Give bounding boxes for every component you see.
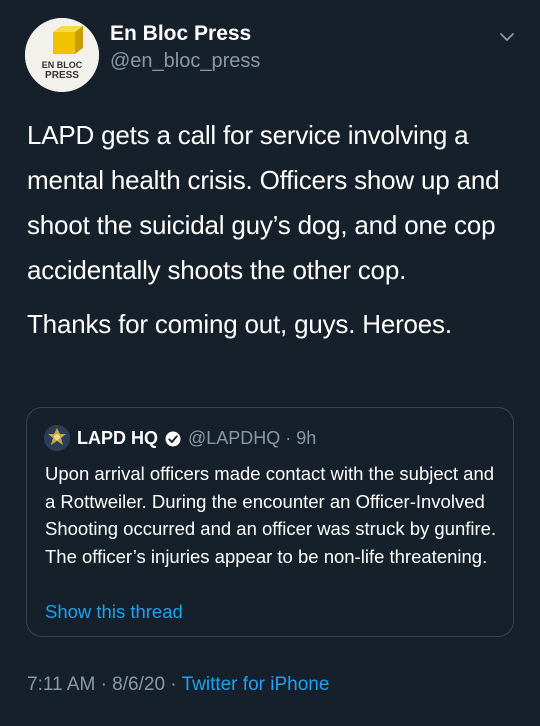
- tweet-source-link[interactable]: Twitter for iPhone: [182, 674, 330, 695]
- author-name[interactable]: En Bloc Press: [110, 22, 251, 46]
- svg-text:EN BLOC: EN BLOC: [42, 60, 83, 70]
- lapd-badge-icon: [44, 425, 70, 451]
- quoted-tweet[interactable]: LAPD HQ @LAPDHQ · 9h Upon arrival office…: [26, 407, 514, 637]
- svg-text:PRESS: PRESS: [45, 70, 79, 81]
- quoted-header: LAPD HQ @LAPDHQ · 9h: [77, 428, 316, 449]
- quoted-text: Upon arrival officers made contact with …: [45, 463, 497, 567]
- verified-badge-icon: [165, 431, 181, 446]
- author-handle[interactable]: @en_bloc_press: [110, 50, 260, 73]
- tweet-paragraph: Thanks for coming out, guys. Heroes.: [27, 309, 452, 339]
- tweet-paragraph: LAPD gets a call for service involving a…: [27, 120, 500, 285]
- tweet-meta: 7:11 AM · 8/6/20 · Twitter for iPhone: [27, 674, 329, 696]
- tweet-text: LAPD gets a call for service involving a…: [27, 113, 522, 356]
- tweet-timestamp[interactable]: 7:11 AM · 8/6/20 ·: [27, 674, 182, 695]
- show-thread-link[interactable]: Show this thread: [45, 601, 183, 623]
- quoted-avatar: [44, 425, 70, 451]
- quoted-handle-time: @LAPDHQ · 9h: [188, 428, 317, 448]
- en-bloc-press-logo: EN BLOC PRESS: [25, 18, 99, 92]
- tweet: EN BLOC PRESS En Bloc Press @en_bloc_pre…: [0, 0, 540, 726]
- quoted-name: LAPD HQ: [77, 428, 158, 448]
- chevron-down-icon[interactable]: [496, 26, 518, 48]
- author-avatar[interactable]: EN BLOC PRESS: [25, 18, 99, 92]
